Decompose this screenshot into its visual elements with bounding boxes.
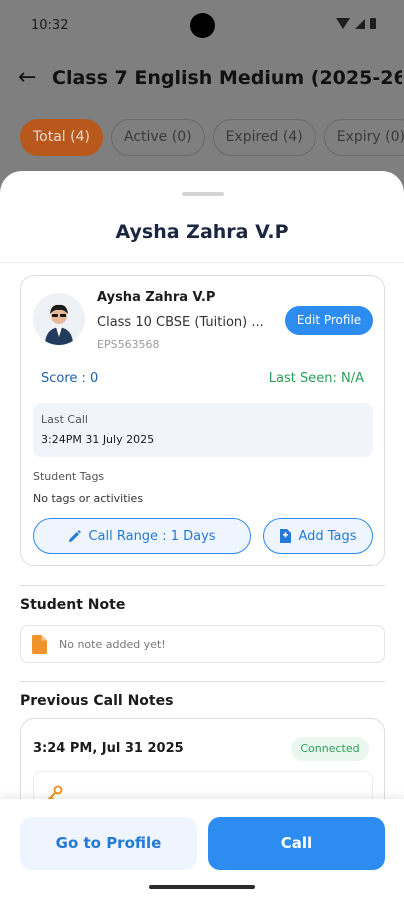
last-call-box: Last Call 3:24PM 31 July 2025 — [33, 403, 373, 457]
edit-profile-button[interactable]: Edit Profile — [285, 306, 373, 335]
camera-cutout — [190, 13, 215, 38]
student-note-text: No note added yet! — [59, 638, 166, 651]
add-tags-label: Add Tags — [298, 528, 357, 544]
chip-total[interactable]: Total (4) — [20, 119, 103, 156]
last-call-value: 3:24PM 31 July 2025 — [41, 433, 155, 446]
go-to-profile-button[interactable]: Go to Profile — [20, 817, 197, 870]
filter-chips: Total (4) Active (0) Expired (4) Expiry … — [20, 119, 404, 156]
student-note-box[interactable]: No note added yet! — [20, 625, 385, 663]
status-time: 10:32 — [31, 18, 69, 33]
battery-icon — [370, 18, 376, 29]
system-icons — [336, 18, 376, 29]
divider — [20, 681, 385, 682]
pencil-icon — [69, 529, 82, 542]
call-range-label: Call Range : 1 Days — [88, 528, 216, 544]
last-call-label: Last Call — [41, 413, 88, 426]
divider — [20, 585, 385, 586]
student-tags-value: No tags or activities — [33, 492, 144, 505]
student-tags-label: Student Tags — [33, 470, 105, 483]
document-icon — [32, 635, 47, 654]
drag-handle[interactable] — [182, 192, 224, 196]
signal-icon — [355, 18, 365, 29]
chip-expired[interactable]: Expired (4) — [212, 119, 316, 156]
bottom-action-bar: Go to Profile Call — [0, 799, 404, 900]
status-badge: Connected — [291, 737, 369, 761]
app-bar: ← Class 7 English Medium (2025-26) ... — [0, 62, 404, 96]
tag-icon — [280, 529, 292, 543]
previous-call-notes-title: Previous Call Notes — [20, 693, 174, 709]
student-name: Aysha Zahra V.P — [97, 290, 216, 305]
call-button[interactable]: Call — [208, 817, 385, 870]
wifi-icon — [336, 18, 350, 29]
call-note-date: 3:24 PM, Jul 31 2025 — [33, 741, 184, 756]
status-bar: 10:32 — [0, 0, 404, 52]
student-class: Class 10 CBSE (Tuition) ... — [97, 315, 264, 330]
add-tags-button[interactable]: Add Tags — [263, 518, 373, 554]
page-title: Class 7 English Medium (2025-26) ... — [52, 67, 402, 89]
student-note-title: Student Note — [20, 597, 126, 613]
last-seen-label: Last Seen: N/A — [268, 371, 364, 386]
student-id: EPS563568 — [97, 338, 160, 351]
sheet-title: Aysha Zahra V.P — [115, 221, 289, 243]
avatar — [33, 293, 85, 345]
student-bottom-sheet: Aysha Zahra V.P Aysha Zahra V.P Class 10… — [0, 171, 404, 900]
chip-expiry[interactable]: Expiry (0) — [323, 119, 404, 156]
score-label: Score : 0 — [41, 371, 99, 386]
back-arrow-icon[interactable]: ← — [18, 64, 36, 92]
divider — [0, 262, 404, 263]
chip-active[interactable]: Active (0) — [110, 119, 205, 156]
home-indicator[interactable] — [149, 885, 255, 889]
call-range-button[interactable]: Call Range : 1 Days — [33, 518, 251, 554]
student-profile-card: Aysha Zahra V.P Class 10 CBSE (Tuition) … — [20, 275, 385, 566]
